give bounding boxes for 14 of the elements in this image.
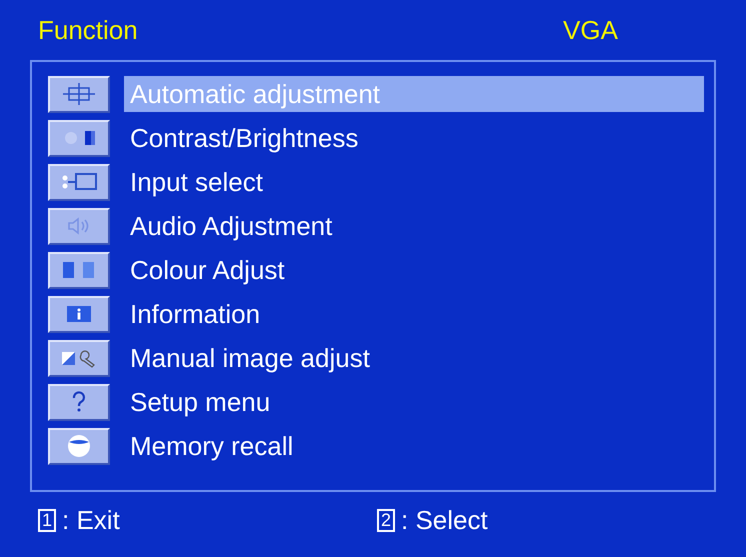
key-hint: : Select <box>401 504 488 536</box>
key-badge: 1 <box>38 508 56 532</box>
menu-item[interactable]: Information <box>124 296 704 332</box>
key-badge: 2 <box>377 508 396 532</box>
menu-item[interactable]: Audio Adjustment <box>124 208 704 244</box>
menu-item[interactable]: Input select <box>124 164 704 200</box>
menu-item[interactable]: Contrast/Brightness <box>124 120 704 156</box>
menu-item[interactable]: Setup menu <box>124 384 704 420</box>
menu-item[interactable]: Manual image adjust <box>124 340 704 376</box>
menu-item[interactable]: Memory recall <box>124 428 704 464</box>
menu-title: Function <box>38 14 139 46</box>
menu-item[interactable]: Colour Adjust <box>124 252 704 288</box>
input-source: VGA <box>563 14 618 46</box>
key-hint: : Exit <box>62 504 120 536</box>
